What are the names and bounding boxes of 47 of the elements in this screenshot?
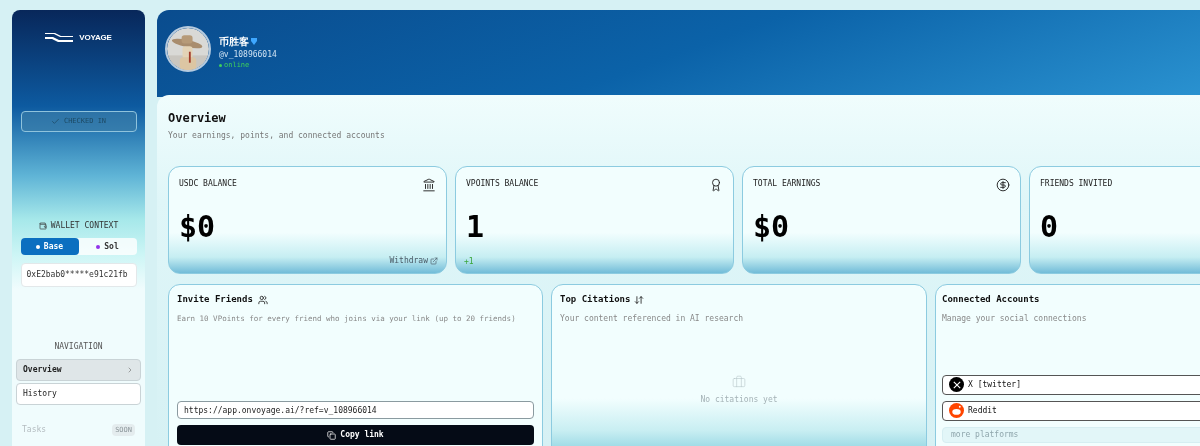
briefcase-icon [732,374,746,389]
points-change: +1 [464,256,474,268]
award-icon [709,178,723,192]
stat-label: USDC BALANCE [179,178,237,190]
card-title: Top Citations [560,293,631,306]
external-link-icon [430,257,438,265]
stat-label: FRIENDS INVITED [1040,178,1113,190]
navigation-label: NAVIGATION [54,341,103,353]
wallet-icon [38,222,47,230]
nav-item[interactable]: Overview [16,359,141,381]
card-subtitle: Your content referenced in AI research [560,312,744,325]
copy-link-button[interactable]: Copy link [177,425,534,445]
stat-label: VPOINTS BALANCE [466,178,539,190]
wallet-address: 0xE2bab0*****e91c21fb [20,263,137,287]
account-row[interactable]: Reddit [942,400,1200,421]
page-title: Overview [168,110,226,127]
referral-link-field[interactable]: https://app.onvoyage.ai/?ref=v_108966014 [177,401,534,419]
chevron-right-icon [126,366,134,374]
profile-handle: @v_108966014 [219,49,277,61]
sort-icon [634,294,645,305]
stat-value: $0 [753,212,790,242]
x-logo-icon [949,377,964,392]
empty-state-text: No citations yet [700,393,778,406]
card-subtitle: Manage your social connections [942,312,1087,325]
bank-icon [422,178,436,192]
copy-icon [327,430,337,440]
withdraw-link[interactable]: Withdraw [389,255,438,267]
stat-value: 0 [1040,212,1059,242]
logo-icon [45,32,74,44]
dollar-icon [996,178,1010,192]
card-title: Connected Accounts [942,293,1040,306]
reddit-logo-icon [949,403,964,418]
stat-value: 1 [466,212,485,242]
chain-tab[interactable]: Base [20,238,79,255]
users-icon [257,294,268,305]
stat-value: $0 [179,212,216,242]
page-subtitle: Your earnings, points, and connected accounts [168,130,385,142]
card-title: Invite Friends [177,293,253,306]
stat-label: TOTAL EARNINGS [753,178,821,190]
profile-name: 币胜客 [219,35,249,49]
check-icon [50,117,60,126]
more-platforms-text: more platforms [942,426,1200,443]
nav-item[interactable]: History [16,383,141,405]
chain-tab[interactable]: Sol [78,238,137,255]
account-row[interactable]: X [twitter] [942,374,1200,395]
wallet-context-label: WALLET CONTEXT [50,220,119,232]
logo-text: VOYAGE [79,32,112,44]
